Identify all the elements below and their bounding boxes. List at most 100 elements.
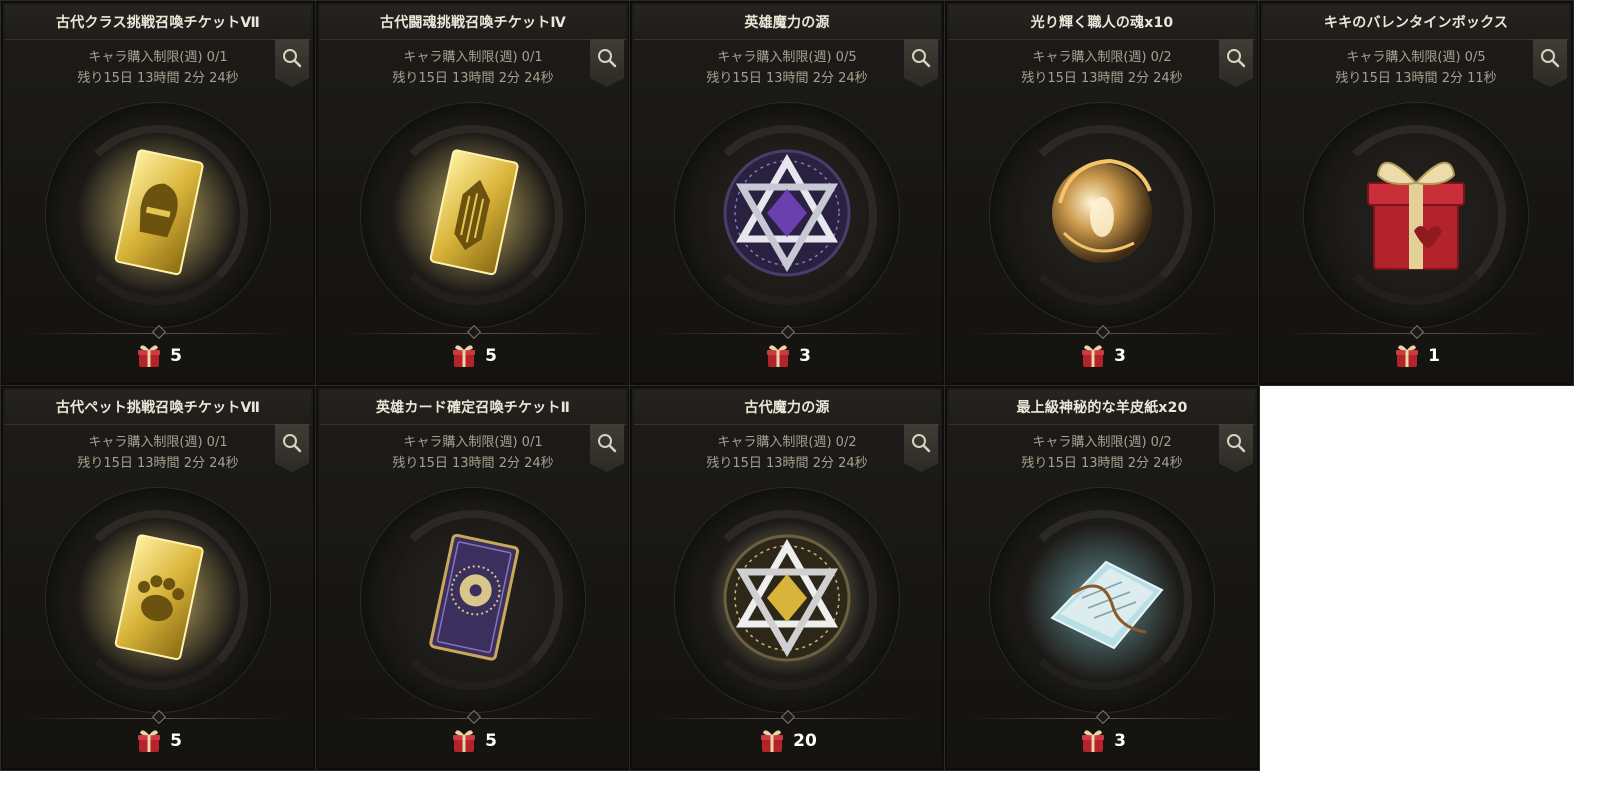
item-name: 光り輝く職人の魂x10 — [1030, 15, 1174, 31]
gold-pet-ticket-icon — [58, 498, 258, 698]
item-name: 英雄魔力の源 — [744, 15, 830, 31]
item-name: 古代闘魂挑戦召喚チケットⅣ — [380, 15, 566, 31]
purchase-limit: キャラ購入制限(週) 0/1 — [88, 435, 228, 450]
shop-item-card[interactable]: 古代クラス挑戦召喚チケットⅦ キャラ購入制限(週) 0/1 残り15日 13時間… — [0, 0, 316, 386]
remaining-time: 残り15日 13時間 2分 24秒 — [1021, 456, 1183, 471]
purchase-limit: キャラ購入制限(週) 0/1 — [88, 50, 228, 65]
magnifier-icon — [1227, 434, 1246, 453]
card-title-bar: 英雄カード確定召喚チケットⅡ — [320, 390, 626, 425]
divider-ornament — [151, 324, 167, 340]
item-name: 古代クラス挑戦召喚チケットⅦ — [56, 15, 260, 31]
gift-box-currency-icon — [1082, 730, 1105, 752]
divider-ornament — [1095, 709, 1111, 725]
card-title-bar: 光り輝く職人の魂x10 — [949, 5, 1255, 40]
hero-card-ticket-icon — [373, 498, 573, 698]
valentine-gift-box-icon — [1316, 113, 1516, 313]
item-detail-button[interactable] — [1533, 39, 1567, 87]
price-row: 20 — [630, 726, 944, 756]
item-name: 古代ペット挑戦召喚チケットⅦ — [55, 400, 261, 416]
shop-item-card[interactable]: 光り輝く職人の魂x10 キャラ購入制限(週) 0/2 残り15日 13時間 2分… — [944, 0, 1260, 386]
card-title-bar: 英雄魔力の源 — [634, 5, 940, 40]
gift-box-currency-icon — [1082, 345, 1105, 367]
magnifier-icon — [598, 434, 617, 453]
divider-ornament — [1409, 324, 1425, 340]
gift-box-currency-icon — [761, 730, 784, 752]
gift-box-currency-icon — [453, 345, 476, 367]
item-name: 最上級神秘的な羊皮紙x20 — [1016, 400, 1188, 416]
purchase-limit: キャラ購入制限(週) 0/1 — [403, 435, 543, 450]
price-row: 1 — [1259, 341, 1573, 371]
item-name: 英雄カード確定召喚チケットⅡ — [375, 400, 571, 416]
divider-ornament — [466, 709, 482, 725]
divider-ornament — [466, 324, 482, 340]
magnifier-icon — [598, 49, 617, 68]
gift-box-currency-icon — [767, 345, 790, 367]
shop-item-card[interactable]: 最上級神秘的な羊皮紙x20 キャラ購入制限(週) 0/2 残り15日 13時間 … — [944, 385, 1260, 771]
item-detail-button[interactable] — [904, 424, 938, 472]
divider-ornament — [1095, 324, 1111, 340]
card-title-bar: 古代魔力の源 — [634, 390, 940, 425]
shop-item-card[interactable]: キキのバレンタインボックス キャラ購入制限(週) 0/5 残り15日 13時間 … — [1258, 0, 1574, 386]
price-value: 3 — [1114, 346, 1126, 366]
gift-box-currency-icon — [453, 730, 476, 752]
card-title-bar: 古代闘魂挑戦召喚チケットⅣ — [320, 5, 626, 40]
price-value: 5 — [170, 731, 182, 751]
magnifier-icon — [283, 434, 302, 453]
price-value: 5 — [170, 346, 182, 366]
price-value: 5 — [485, 346, 497, 366]
price-row: 3 — [945, 726, 1259, 756]
item-detail-button[interactable] — [590, 39, 624, 87]
item-detail-button[interactable] — [1219, 424, 1253, 472]
item-name: 古代魔力の源 — [744, 400, 830, 416]
magnifier-icon — [912, 49, 931, 68]
price-row: 5 — [1, 341, 315, 371]
magnifier-icon — [283, 49, 302, 68]
shop-item-card[interactable]: 英雄カード確定召喚チケットⅡ キャラ購入制限(週) 0/1 残り15日 13時間… — [315, 385, 631, 771]
gold-fighting-spirit-ticket-icon — [373, 113, 573, 313]
gift-box-currency-icon — [138, 730, 161, 752]
item-detail-button[interactable] — [275, 39, 309, 87]
price-value: 20 — [793, 731, 817, 751]
divider-ornament — [780, 709, 796, 725]
remaining-time: 残り15日 13時間 2分 24秒 — [77, 71, 239, 86]
item-detail-button[interactable] — [275, 424, 309, 472]
craftsman-soul-orb-icon — [1002, 113, 1202, 313]
price-value: 3 — [799, 346, 811, 366]
purchase-limit: キャラ購入制限(週) 0/5 — [717, 50, 857, 65]
purple-magic-source-icon — [687, 113, 887, 313]
shop-item-card[interactable]: 英雄魔力の源 キャラ購入制限(週) 0/5 残り15日 13時間 2分 24秒 … — [629, 0, 945, 386]
card-title-bar: 古代ペット挑戦召喚チケットⅦ — [5, 390, 311, 425]
price-value: 5 — [485, 731, 497, 751]
divider-ornament — [780, 324, 796, 340]
shop-item-grid: 古代クラス挑戦召喚チケットⅦ キャラ購入制限(週) 0/1 残り15日 13時間… — [0, 0, 1609, 789]
magnifier-icon — [1227, 49, 1246, 68]
purchase-limit: キャラ購入制限(週) 0/2 — [1032, 50, 1172, 65]
mystic-parchment-icon — [1002, 498, 1202, 698]
card-title-bar: 最上級神秘的な羊皮紙x20 — [949, 390, 1255, 425]
shop-item-card[interactable]: 古代魔力の源 キャラ購入制限(週) 0/2 残り15日 13時間 2分 24秒 … — [629, 385, 945, 771]
purchase-limit: キャラ購入制限(週) 0/2 — [717, 435, 857, 450]
remaining-time: 残り15日 13時間 2分 24秒 — [392, 71, 554, 86]
purchase-limit: キャラ購入制限(週) 0/5 — [1346, 50, 1486, 65]
gold-magic-source-icon — [687, 498, 887, 698]
price-row: 5 — [1, 726, 315, 756]
item-detail-button[interactable] — [1219, 39, 1253, 87]
magnifier-icon — [912, 434, 931, 453]
card-title-bar: キキのバレンタインボックス — [1263, 5, 1569, 40]
shop-item-card[interactable]: 古代ペット挑戦召喚チケットⅦ キャラ購入制限(週) 0/1 残り15日 13時間… — [0, 385, 316, 771]
item-detail-button[interactable] — [904, 39, 938, 87]
shop-item-card[interactable]: 古代闘魂挑戦召喚チケットⅣ キャラ購入制限(週) 0/1 残り15日 13時間 … — [315, 0, 631, 386]
price-row: 3 — [945, 341, 1259, 371]
price-row: 3 — [630, 341, 944, 371]
gift-box-currency-icon — [138, 345, 161, 367]
remaining-time: 残り15日 13時間 2分 24秒 — [706, 456, 868, 471]
remaining-time: 残り15日 13時間 2分 24秒 — [1021, 71, 1183, 86]
price-value: 1 — [1428, 346, 1440, 366]
remaining-time: 残り15日 13時間 2分 11秒 — [1335, 71, 1497, 86]
gift-box-currency-icon — [1396, 345, 1419, 367]
remaining-time: 残り15日 13時間 2分 24秒 — [706, 71, 868, 86]
card-title-bar: 古代クラス挑戦召喚チケットⅦ — [5, 5, 311, 40]
item-detail-button[interactable] — [590, 424, 624, 472]
remaining-time: 残り15日 13時間 2分 24秒 — [392, 456, 554, 471]
gold-class-ticket-icon — [58, 113, 258, 313]
